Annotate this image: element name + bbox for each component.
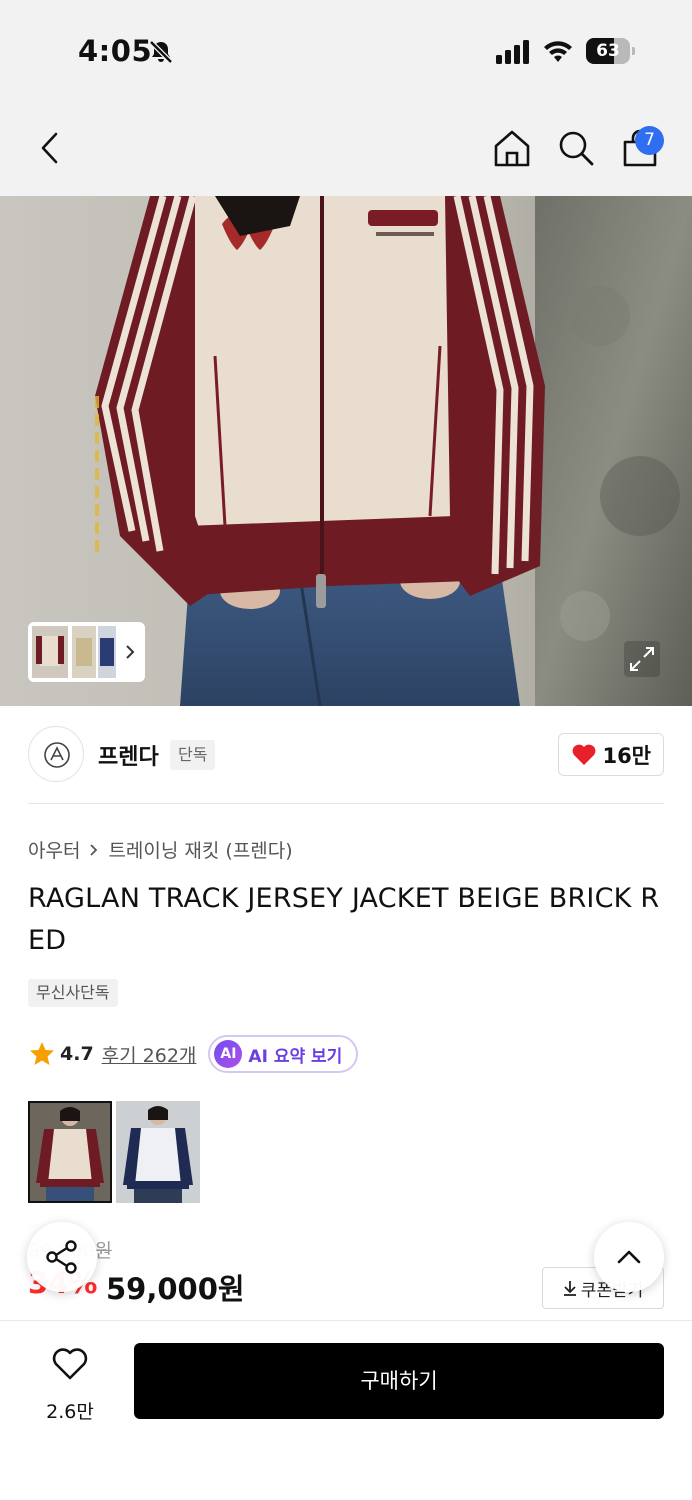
color-option-beige-brick[interactable] bbox=[28, 1101, 112, 1203]
back-arrow-icon[interactable] bbox=[30, 128, 70, 168]
breadcrumb: 아우터 트레이닝 재킷 (프렌다) bbox=[28, 836, 293, 863]
sale-price: 59,000원 bbox=[106, 1272, 245, 1306]
rating-score: 4.7 bbox=[60, 1043, 94, 1065]
share-button[interactable] bbox=[27, 1222, 97, 1292]
brand-like-count: 16만 bbox=[602, 743, 651, 768]
chevron-right-icon bbox=[126, 645, 135, 659]
wishlist-count: 2.6만 bbox=[46, 1401, 94, 1423]
battery-indicator: 63 bbox=[586, 38, 636, 64]
color-option-white-navy[interactable] bbox=[116, 1101, 200, 1203]
cellular-signal-icon bbox=[496, 40, 529, 64]
wishlist-button[interactable]: 2.6만 bbox=[28, 1343, 112, 1423]
heart-filled-icon bbox=[573, 744, 596, 765]
bell-muted-icon bbox=[149, 40, 173, 64]
breadcrumb-subcategory[interactable]: 트레이닝 재킷 (프렌다) bbox=[108, 836, 292, 863]
brand-name[interactable]: 프렌다 bbox=[98, 739, 159, 771]
ai-badge-icon: AI bbox=[214, 1040, 243, 1068]
scroll-to-top-button[interactable] bbox=[594, 1222, 664, 1292]
brand-logo[interactable] bbox=[28, 726, 84, 782]
status-time: 4:05 bbox=[78, 34, 153, 68]
ai-summary-label: AI 요약 보기 bbox=[248, 1046, 343, 1067]
product-main-image[interactable] bbox=[0, 196, 692, 706]
buy-button[interactable]: 구매하기 bbox=[134, 1343, 664, 1419]
product-title: RAGLAN TRACK JERSEY JACKET BEIGE BRICK R… bbox=[28, 883, 660, 956]
ai-summary-button[interactable]: AI AI 요약 보기 bbox=[208, 1035, 359, 1073]
top-nav bbox=[0, 100, 692, 196]
section-divider bbox=[28, 803, 664, 804]
cart-count-badge: 7 bbox=[635, 126, 664, 155]
brand-exclusive-tag: 단독 bbox=[170, 740, 216, 770]
heart-outline-icon bbox=[52, 1348, 88, 1380]
wifi-icon bbox=[544, 41, 572, 62]
chevron-right-icon bbox=[90, 843, 98, 856]
download-icon bbox=[563, 1281, 576, 1296]
gallery-thumbnail-strip[interactable] bbox=[28, 622, 145, 682]
search-icon[interactable] bbox=[556, 128, 596, 168]
share-icon bbox=[46, 1240, 77, 1274]
review-count-link[interactable]: 후기 262개 bbox=[102, 1041, 197, 1068]
brand-like-button[interactable]: 16만 bbox=[558, 733, 664, 776]
rating-row: 4.7 후기 262개 AI AI 요약 보기 bbox=[28, 1034, 359, 1074]
price-section: 89,000원 34% 59,000원 쿠폰받기 bbox=[28, 1236, 664, 1316]
home-icon[interactable] bbox=[492, 128, 532, 168]
chevron-up-icon bbox=[617, 1250, 641, 1264]
status-bar: 4:05 63 bbox=[0, 0, 692, 100]
exclusive-badge: 무신사단독 bbox=[28, 979, 118, 1007]
expand-icon[interactable] bbox=[624, 641, 660, 677]
star-icon bbox=[30, 1042, 54, 1065]
battery-percent: 63 bbox=[596, 41, 620, 61]
brand-row[interactable]: 프렌다 단독 16만 bbox=[28, 726, 664, 784]
bottom-purchase-bar: 2.6만 구매하기 bbox=[0, 1320, 692, 1500]
breadcrumb-category[interactable]: 아우터 bbox=[28, 836, 80, 863]
